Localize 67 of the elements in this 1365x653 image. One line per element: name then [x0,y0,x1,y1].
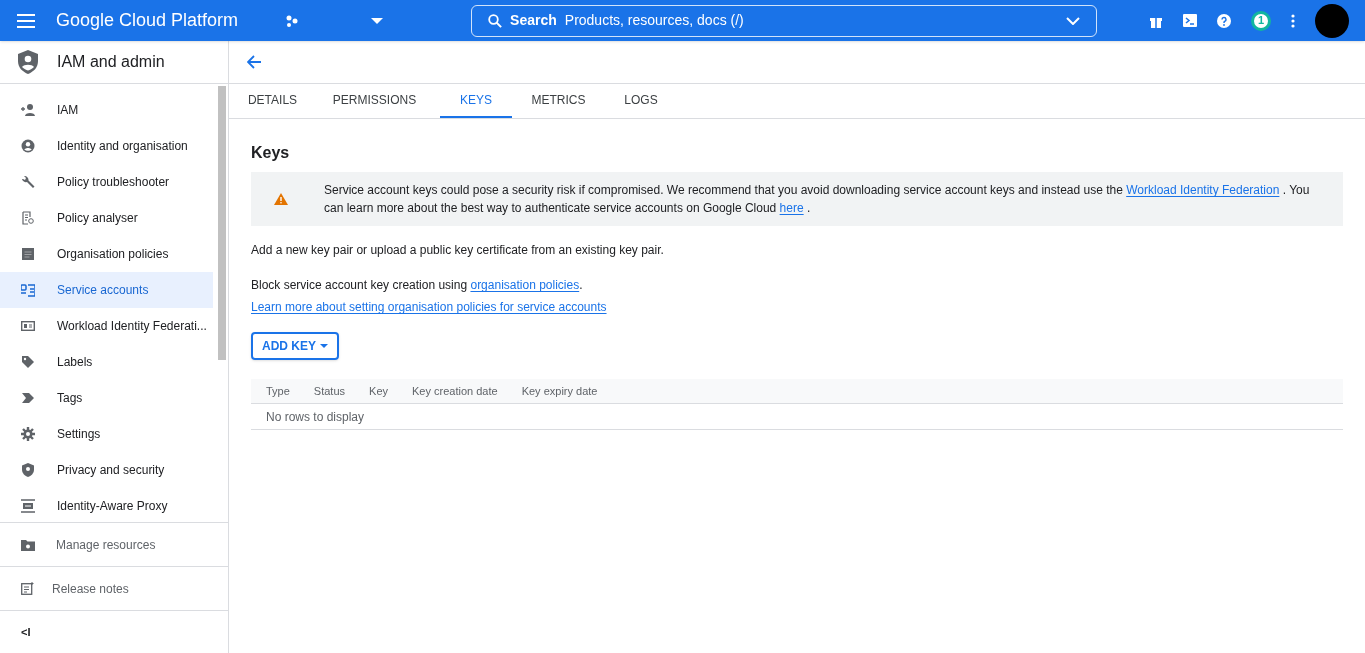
scrollbar[interactable] [218,86,226,360]
sidebar-item[interactable]: Workload Identity Federati... [0,308,213,344]
search-field[interactable]: Search Products, resources, docs (/) [471,4,1098,37]
tab[interactable]: KEYS [440,84,512,118]
add-key-button[interactable]: ADD KEY [251,332,339,360]
tab[interactable]: DETAILS [236,84,309,118]
column-header[interactable]: Status [313,382,346,400]
label-arrow-icon [21,391,35,405]
sidebar-item[interactable]: Identity-Aware Proxy [0,488,213,524]
caret-icon [320,344,328,348]
back-arrow-icon[interactable] [247,55,262,69]
tab[interactable]: LOGS [605,84,677,118]
search-label: Search [510,11,557,30]
service-account-icon [21,283,35,297]
terminal-icon[interactable] [1183,14,1197,27]
intro-text: Add a new key pair or upload a public key certificate from an existing key pair. [251,242,665,259]
warning-icon [274,193,288,205]
tag-icon [21,355,35,369]
tab[interactable]: PERMISSIONS [309,84,440,118]
product-name[interactable]: Google Cloud Platform [56,7,239,34]
document-search-icon [21,211,35,225]
caret-icon[interactable] [371,17,384,24]
warning-text: Service account keys could pose a security risk if compromised. We recommend that you avoid downloading service account keys and instead use the Workload Identity Federation . You can learn more about the best way to authenticate service accounts on Google Cloud here . [324,182,1311,217]
inline-link[interactable]: Workload Identity Federation [1126,183,1280,197]
inline-link[interactable]: here [779,201,804,215]
sidebar-item[interactable]: Tags [0,380,213,416]
sidebar-item[interactable]: Service accounts [0,272,213,308]
tab[interactable]: METRICS [512,84,605,118]
menu-icon[interactable] [16,12,36,29]
sidebar-item[interactable]: Organisation policies [0,236,213,272]
sidebar-item[interactable]: Identity and organisation [0,128,213,164]
more-icon[interactable] [1291,13,1295,28]
sidebar-item[interactable]: Labels [0,344,213,380]
help-icon[interactable] [1217,13,1231,28]
block-text: Block service account key creation using organisation policies. [251,277,584,294]
person-add-icon [21,103,35,117]
id-card-icon [21,319,35,333]
column-header[interactable]: Key expiry date [521,382,598,400]
account-circle-icon [21,139,35,153]
settings-icon [21,427,35,441]
section-heading: Keys [251,143,291,163]
wrench-icon [21,175,35,189]
shield-person-icon [18,50,38,74]
sidebar-title: IAM and admin [57,52,165,72]
shield-icon [21,463,35,477]
avatar[interactable] [1315,3,1349,38]
project-icon[interactable] [286,14,299,27]
release-notes-link[interactable]: Release notes [52,579,129,598]
sidebar-item[interactable]: Policy troubleshooter [0,164,213,200]
sidebar-item[interactable]: IAM [0,92,213,128]
search-icon [488,13,503,28]
folder-gear-icon [21,538,35,551]
document-icon [21,247,35,261]
collapse-button[interactable]: <I [21,623,31,641]
column-header[interactable]: Type [266,382,290,400]
chevron-down-icon[interactable] [1066,16,1081,25]
column-header[interactable]: Key creation date [412,382,498,400]
empty-table-message: No rows to display [266,408,365,426]
sidebar-item[interactable]: Settings [0,416,213,452]
sidebar-item[interactable]: Policy analyser [0,200,213,236]
notes-icon [21,582,34,595]
sidebar-item[interactable]: Privacy and security [0,452,213,488]
search-input: Products, resources, docs (/) [564,10,1059,31]
proxy-icon [21,499,35,513]
column-header[interactable]: Key [369,382,388,400]
manage-resources-link[interactable]: Manage resources [56,535,156,554]
learn-more-link[interactable]: Learn more about setting organisation policies for service accounts [251,300,607,314]
